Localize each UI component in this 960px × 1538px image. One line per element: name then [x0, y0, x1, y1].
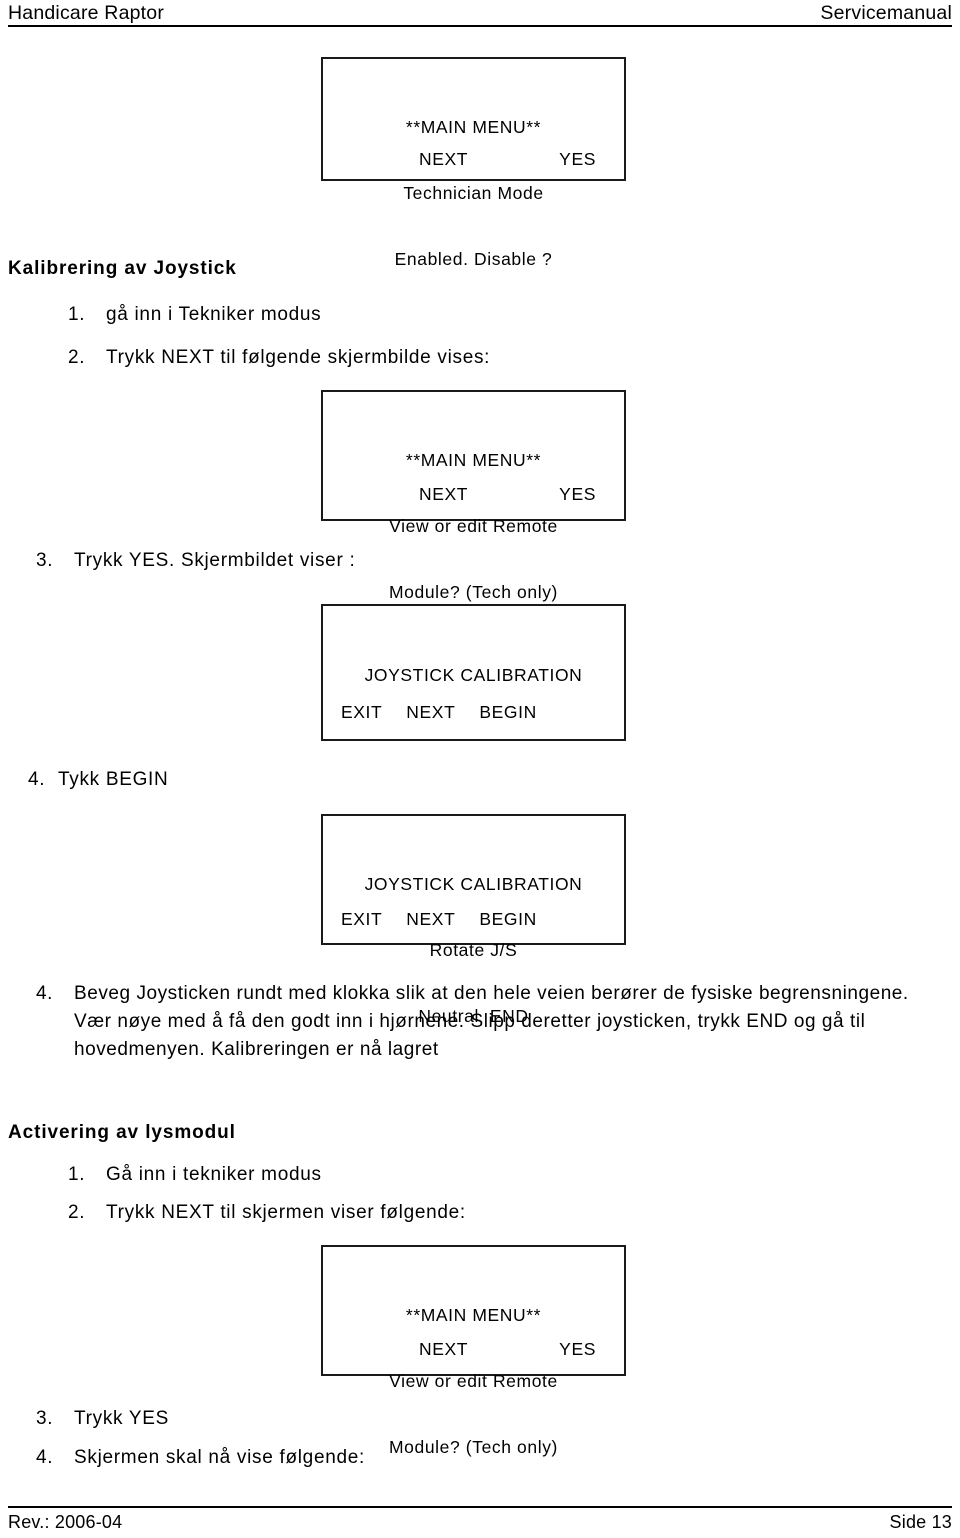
footer-page-number: Side 13 [889, 1512, 952, 1532]
lcd-line-1: **MAIN MENU** [405, 450, 542, 470]
lcd-screen-technician-mode: **MAIN MENU** Technician Mode Enabled. D… [321, 57, 626, 269]
lcd-softkey-yes[interactable]: YES [559, 1338, 596, 1360]
section-heading-joystick-calibration: Kalibrering av Joystick [8, 258, 237, 279]
lcd-softkey-row: EXIT NEXT BEGIN [323, 701, 624, 723]
step-number: 2. [68, 347, 86, 368]
lcd-line-1: **MAIN MENU** [405, 1305, 542, 1325]
lcd-line-3: Module? (Tech only) [389, 582, 558, 602]
lcd-text-block: **MAIN MENU** View or edit Remote Module… [323, 1260, 624, 1502]
footer-revision: Rev.: 2006-04 [8, 1512, 123, 1532]
lcd-line-3: Enabled. Disable ? [394, 249, 553, 269]
lcd-line-1: **MAIN MENU** [405, 117, 542, 137]
step-number: 4. [36, 983, 53, 1004]
page-footer: Rev.: 2006-04 Side 13 [8, 1512, 952, 1533]
step-text: gå inn i Tekniker modus [106, 304, 322, 325]
lcd-softkey-begin[interactable]: BEGIN [479, 908, 536, 930]
lcd-softkey-next[interactable]: NEXT [406, 701, 455, 723]
step-lysmodul-1: 1. Gå inn i tekniker modus [68, 1160, 322, 1189]
lcd-line-2: Technician Mode [403, 183, 544, 203]
step-joystick-1: 1. gå inn i Tekniker modus [68, 300, 321, 329]
lcd-line-2: Rotate J/S [429, 940, 518, 960]
step-lysmodul-3: 3. Trykk YES [36, 1404, 169, 1433]
lcd-screen-remote-module-a: **MAIN MENU** View or edit Remote Module… [321, 390, 626, 602]
lcd-softkey-exit[interactable]: EXIT [341, 701, 382, 723]
document-page: Handicare Raptor Servicemanual **MAIN ME… [0, 0, 960, 1538]
lcd-softkey-row: EXIT NEXT BEGIN [323, 908, 624, 930]
footer-divider-rule [8, 1506, 952, 1508]
step-joystick-2: 2. Trykk NEXT til følgende skjermbilde v… [68, 343, 490, 372]
lcd-softkey-yes[interactable]: YES [559, 483, 596, 505]
step-number: 2. [68, 1202, 86, 1223]
step-joystick-5-paragraph: 4. Beveg Joysticken rundt med klokka sli… [36, 980, 926, 1064]
lcd-softkey-row: NEXT YES [323, 148, 624, 170]
step-text: Trykk YES. Skjermbildet viser : [74, 550, 356, 571]
lcd-softkey-next[interactable]: NEXT [419, 148, 468, 170]
step-lysmodul-4: 4. Skjermen skal nå vise følgende: [36, 1443, 365, 1472]
lcd-line-2: View or edit Remote [389, 1371, 558, 1391]
step-text: Skjermen skal nå vise følgende: [74, 1447, 365, 1468]
lcd-line-1: JOYSTICK CALIBRATION [364, 874, 583, 894]
header-divider-rule [8, 25, 952, 27]
lcd-line-1: JOYSTICK CALIBRATION [364, 665, 583, 685]
header-product-name: Handicare Raptor [8, 2, 165, 24]
step-text: Trykk YES [74, 1408, 169, 1429]
step-text: Trykk NEXT til følgende skjermbilde vise… [106, 347, 491, 368]
lcd-softkey-row: NEXT YES [323, 1338, 624, 1360]
lcd-softkey-next[interactable]: NEXT [406, 908, 455, 930]
lcd-text-block: **MAIN MENU** Technician Mode Enabled. D… [323, 72, 624, 314]
step-number: 1. [68, 304, 86, 325]
step-number: 4. [36, 1447, 54, 1468]
lcd-softkey-begin[interactable]: BEGIN [479, 701, 536, 723]
lcd-screen-joystick-calibration: JOYSTICK CALIBRATION EXIT NEXT BEGIN [321, 604, 626, 741]
step-number: 4. [28, 769, 46, 790]
lcd-softkey-exit[interactable]: EXIT [341, 908, 382, 930]
section-heading-light-module-activation: Activering av lysmodul [8, 1122, 236, 1143]
step-text: Gå inn i tekniker modus [106, 1164, 322, 1185]
lcd-softkey-next[interactable]: NEXT [419, 483, 468, 505]
step-text: Tykk BEGIN [58, 769, 169, 790]
header-document-type: Servicemanual [820, 2, 952, 24]
lcd-screen-remote-module-b: **MAIN MENU** View or edit Remote Module… [321, 1245, 626, 1457]
step-number: 1. [68, 1164, 86, 1185]
lcd-softkey-yes[interactable]: YES [559, 148, 596, 170]
lcd-softkey-next[interactable]: NEXT [419, 1338, 468, 1360]
step-joystick-4: 4. Tykk BEGIN [28, 765, 168, 794]
lcd-line-3: Module? (Tech only) [389, 1437, 558, 1457]
lcd-softkey-row: NEXT YES [323, 483, 624, 505]
lcd-screen-joystick-rotate: JOYSTICK CALIBRATION Rotate J/S Neutral … [321, 814, 626, 1026]
step-number: 3. [36, 1408, 54, 1429]
step-lysmodul-2: 2. Trykk NEXT til skjermen viser følgend… [68, 1198, 466, 1227]
step-text: Beveg Joysticken rundt med klokka slik a… [74, 983, 909, 1060]
lcd-line-2: View or edit Remote [389, 516, 558, 536]
step-text: Trykk NEXT til skjermen viser følgende: [106, 1202, 466, 1223]
step-number: 3. [36, 550, 54, 571]
step-joystick-3: 3. Trykk YES. Skjermbildet viser : [36, 546, 355, 575]
